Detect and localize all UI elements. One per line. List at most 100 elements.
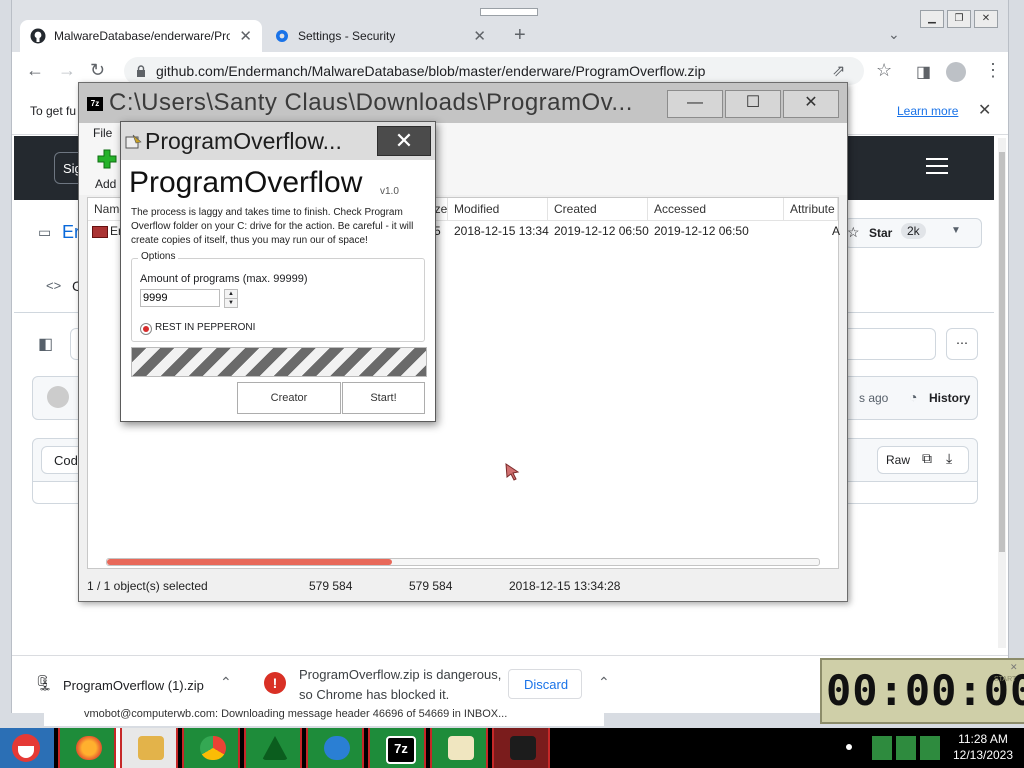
options-group: Options Amount of programs (max. 99999) …: [131, 251, 425, 342]
taskbar-christmas-app[interactable]: [244, 728, 302, 768]
add-button[interactable]: Add: [91, 147, 123, 193]
chevron-up-icon[interactable]: ⌃: [598, 674, 610, 691]
more-options-button[interactable]: ⋯: [946, 328, 978, 360]
hamburger-menu-icon[interactable]: [926, 158, 948, 174]
start-button[interactable]: Start!: [342, 382, 425, 414]
taskbar-chrome[interactable]: [182, 728, 240, 768]
tray-security-icon[interactable]: [872, 736, 892, 760]
app-icon: [125, 134, 142, 149]
start-button[interactable]: [0, 728, 54, 768]
notification-dot-icon[interactable]: [846, 744, 852, 750]
column-header-modified[interactable]: Modified: [448, 198, 548, 220]
chevron-up-icon[interactable]: ⌃: [220, 674, 232, 691]
close-icon[interactable]: ✕: [1010, 662, 1018, 673]
column-header-attributes[interactable]: Attribute: [784, 198, 838, 220]
row-accessed: 2019-12-12 06:50: [654, 224, 749, 238]
maximize-button[interactable]: ☐: [725, 90, 781, 118]
system-tray: 11:28 AM 12/13/2023: [864, 728, 1024, 768]
bookmark-star-icon[interactable]: ☆: [876, 60, 892, 81]
status-packed: 579 584: [409, 579, 453, 593]
chrome-icon: [200, 736, 226, 760]
app-description: The process is laggy and takes time to f…: [131, 207, 414, 246]
tray-volume-icon[interactable]: [920, 736, 940, 760]
close-icon[interactable]: ✕: [239, 27, 252, 45]
copy-icon[interactable]: ⧉: [922, 450, 932, 467]
download-warning-line1: ProgramOverflow.zip is dangerous,: [299, 667, 502, 682]
new-tab-plus-icon[interactable]: +: [514, 24, 526, 47]
stopwatch-widget[interactable]: 00:00:00 START ✕: [820, 658, 1024, 724]
star-button[interactable]: ☆ Star 2k ▼: [844, 218, 982, 248]
side-panel-icon[interactable]: ◨: [916, 62, 931, 82]
scrollbar[interactable]: [998, 138, 1006, 648]
tab-search-chevron-icon[interactable]: ⌄: [888, 26, 900, 43]
close-icon[interactable]: ✕: [473, 27, 486, 45]
taskbar-explorer[interactable]: [120, 728, 178, 768]
window-drag-handle[interactable]: [480, 8, 538, 16]
code-tab-icon: <>: [46, 278, 62, 293]
column-header-created[interactable]: Created: [548, 198, 648, 220]
window-controls: ▁ ❐ ✕: [917, 10, 998, 28]
dialog-titlebar[interactable]: ProgramOverflow... ✕: [121, 122, 435, 160]
amount-label: Amount of programs (max. 99999): [140, 273, 308, 285]
tab-settings-security[interactable]: Settings - Security ✕: [264, 20, 496, 52]
tray-network-icon[interactable]: [896, 736, 916, 760]
amount-input[interactable]: [140, 289, 220, 307]
share-icon[interactable]: ⇗: [832, 61, 845, 81]
raw-button[interactable]: Raw: [886, 453, 910, 467]
minimize-button[interactable]: —: [667, 90, 723, 118]
download-file-name[interactable]: ProgramOverflow (1).zip: [63, 678, 204, 693]
taskbar-firefox[interactable]: [58, 728, 116, 768]
minimize-button[interactable]: ▁: [920, 10, 944, 28]
file-tree-icon[interactable]: ◧: [38, 334, 53, 354]
back-arrow-icon[interactable]: ←: [26, 60, 44, 81]
chevron-down-icon[interactable]: ▼: [951, 225, 961, 236]
tab-malwaredatabase[interactable]: MalwareDatabase/enderware/Pro ✕: [20, 20, 262, 52]
stepper-down-icon[interactable]: ▼: [224, 299, 238, 308]
row-modified: 2018-12-15 13:34: [454, 224, 549, 238]
profile-avatar[interactable]: [946, 62, 966, 82]
download-warning-line2: so Chrome has blocked it.: [299, 687, 450, 702]
sevenzip-app-icon: 7z: [87, 97, 103, 111]
taskbar-7zip[interactable]: 7z: [368, 728, 426, 768]
extract-progress-bar: [106, 558, 820, 566]
close-icon[interactable]: ✕: [978, 100, 991, 120]
repo-icon: ▭: [38, 224, 52, 240]
column-header-accessed[interactable]: Accessed: [648, 198, 784, 220]
clock-date: 12/13/2023: [952, 748, 1014, 762]
mouse-cursor-icon: [505, 463, 520, 481]
maximize-button[interactable]: ❐: [947, 10, 971, 28]
github-icon: [30, 28, 46, 44]
taskbar-clock[interactable]: 11:28 AM 12/13/2023: [948, 731, 1018, 763]
sevenzip-titlebar[interactable]: 7z C:\Users\Santy Claus\Downloads\Progra…: [79, 83, 847, 123]
discard-button[interactable]: Discard: [508, 669, 582, 699]
start-caption[interactable]: START: [994, 676, 1016, 683]
close-window-button[interactable]: ✕: [783, 90, 839, 118]
programoverflow-icon: [448, 736, 474, 760]
archive-file-icon: [92, 226, 108, 238]
creator-button[interactable]: Creator: [237, 382, 341, 414]
stepper-up-icon[interactable]: ▲: [224, 289, 238, 299]
programoverflow-dialog: ProgramOverflow... ✕ ProgramOverflow v1.…: [120, 121, 436, 422]
learn-more-link[interactable]: Learn more: [897, 104, 958, 118]
taskbar-programoverflow[interactable]: [430, 728, 488, 768]
rest-in-pepperoni-radio[interactable]: [140, 323, 152, 335]
reload-icon[interactable]: ↻: [90, 60, 105, 81]
options-legend: Options: [138, 251, 179, 262]
santa-start-icon: [12, 734, 40, 762]
close-window-button[interactable]: ✕: [974, 10, 998, 28]
amount-stepper[interactable]: ▲ ▼: [224, 289, 238, 308]
history-link[interactable]: History: [929, 391, 970, 405]
taskbar-app[interactable]: [492, 728, 550, 768]
mail-status-bar: vmobot@computerwb.com: Downloading messa…: [44, 708, 604, 726]
menu-file[interactable]: File: [93, 126, 112, 140]
download-icon[interactable]: ⤓: [946, 450, 952, 467]
sevenzip-statusbar: 1 / 1 object(s) selected 579 584 579 584…: [79, 575, 847, 599]
forward-arrow-icon[interactable]: →: [58, 60, 76, 81]
search-file-input[interactable]: [834, 328, 936, 360]
address-bar[interactable]: github.com/Endermanch/MalwareDatabase/bl…: [124, 57, 864, 85]
avatar[interactable]: [47, 386, 69, 408]
close-dialog-button[interactable]: ✕: [377, 126, 431, 156]
menu-dots-icon[interactable]: ⋮: [984, 60, 1002, 81]
dialog-body: ProgramOverflow v1.0 The process is lagg…: [121, 160, 435, 421]
taskbar-thunderbird[interactable]: [306, 728, 364, 768]
